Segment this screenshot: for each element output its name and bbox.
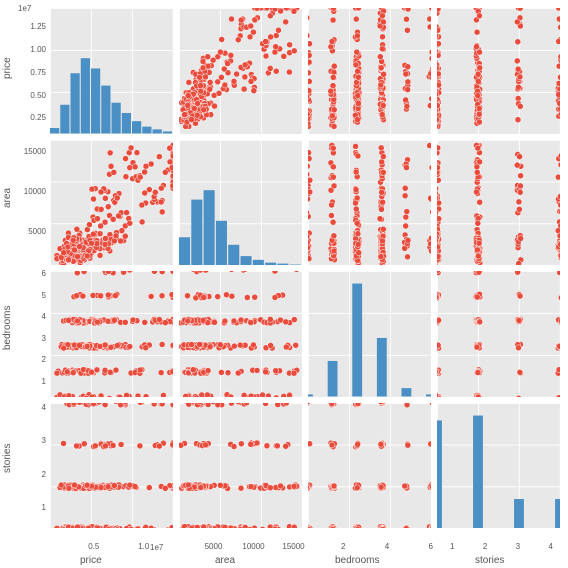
- p32: [308, 403, 431, 529]
- p01: [179, 8, 302, 134]
- yticks-price: 0.25 0.50 0.75 1.00 1.25: [14, 8, 48, 128]
- p30: [50, 403, 173, 529]
- y-exp: 1e7: [18, 4, 31, 13]
- p21: [179, 271, 302, 397]
- p22: [308, 271, 431, 397]
- panel-grid: [50, 8, 560, 528]
- p12: [308, 140, 431, 266]
- p33: [437, 403, 560, 529]
- xlabel-bedrooms: bedrooms: [335, 555, 379, 566]
- xlabel-area: area: [215, 555, 235, 566]
- yticks-st: 1 2 3 4: [14, 398, 48, 518]
- p31: [179, 403, 302, 529]
- p00: [50, 8, 173, 134]
- p10: [50, 140, 173, 266]
- p11: [179, 140, 302, 266]
- xlabel-stories: stories: [475, 555, 504, 566]
- p20: [50, 271, 173, 397]
- yticks-area: 5000 10000 15000: [14, 138, 48, 258]
- x-exp: 1e7: [150, 543, 163, 552]
- p03: [437, 8, 560, 134]
- p23: [437, 271, 560, 397]
- p13: [437, 140, 560, 266]
- xlabel-price: price: [80, 555, 102, 566]
- yticks-bed: 1 2 3 4 5 6: [14, 268, 48, 388]
- p02: [308, 8, 431, 134]
- pairplot: price area bedrooms stories 0.25 0.50 0.…: [0, 0, 568, 568]
